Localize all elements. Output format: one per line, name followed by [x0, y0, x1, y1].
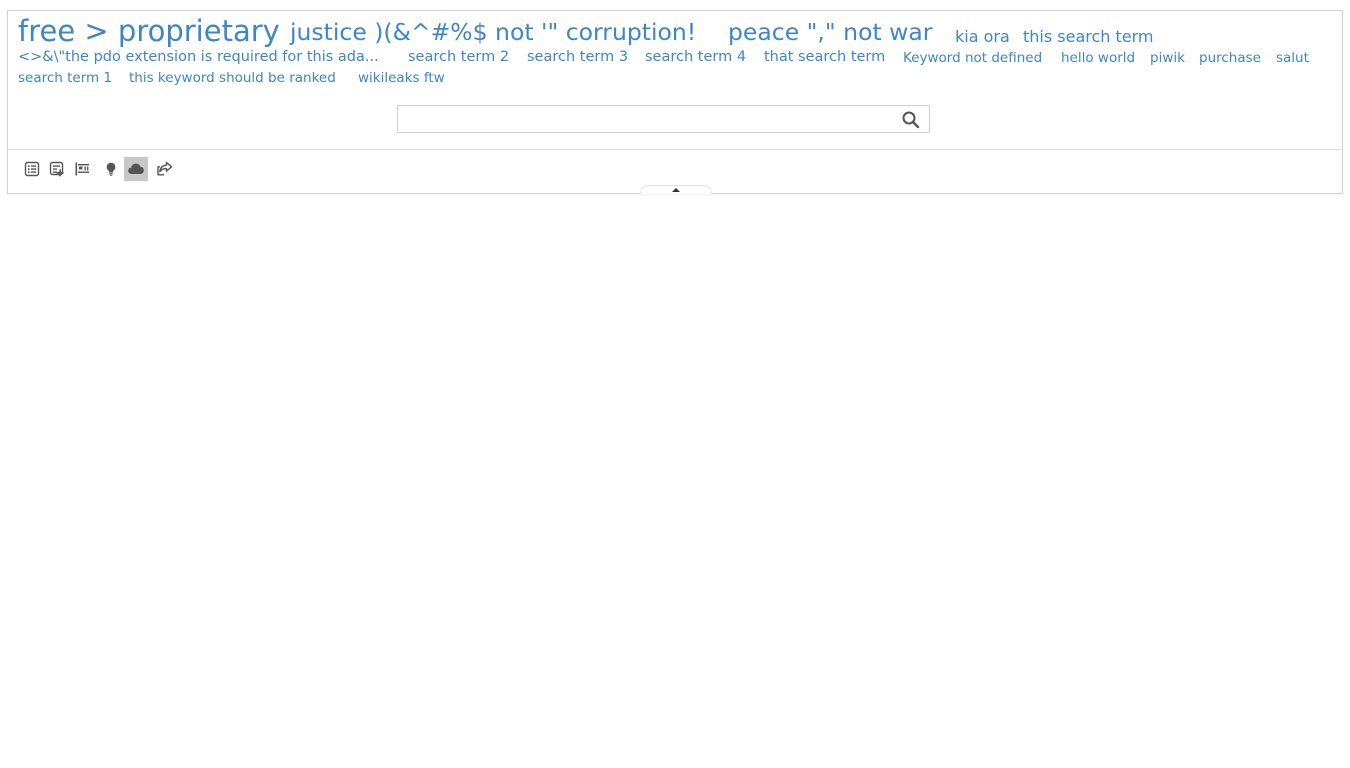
tag-cloud-word[interactable]: kia ora: [955, 29, 1010, 45]
insights-button[interactable]: [99, 157, 123, 181]
chevron-up-icon: [672, 188, 680, 192]
tag-cloud-word[interactable]: that search term: [764, 50, 885, 65]
tag-cloud-word[interactable]: search term 1: [18, 71, 112, 86]
export-icon: [157, 161, 173, 175]
tag-cloud-word[interactable]: this search term: [1023, 29, 1154, 45]
footer-divider: [8, 149, 1342, 150]
tag-cloud-word[interactable]: Keyword not defined: [903, 51, 1042, 66]
tag-cloud-word[interactable]: piwik: [1150, 51, 1185, 66]
tag-cloud-word[interactable]: justice )(&^#%$ not '" corruption!: [290, 20, 696, 45]
table-view-button[interactable]: [20, 157, 44, 181]
table-more-columns-button[interactable]: [45, 157, 69, 181]
insights-icon: [106, 162, 116, 176]
table-goals-icon: [75, 162, 89, 175]
tag-cloud-word[interactable]: this keyword should be ranked: [129, 71, 336, 86]
tag-cloud-word[interactable]: salut: [1276, 51, 1309, 66]
search-icon: [902, 111, 920, 129]
tag-cloud-button[interactable]: [124, 156, 148, 181]
table-goals-button[interactable]: [70, 157, 94, 181]
tag-cloud-word[interactable]: peace "," not war: [728, 20, 932, 45]
tag-cloud-word[interactable]: search term 3: [527, 50, 628, 65]
collapse-widget-toggle[interactable]: [640, 185, 712, 194]
tag-cloud-word[interactable]: hello world: [1061, 51, 1135, 66]
visualization-toolbar: [20, 156, 178, 181]
tag-cloud-word[interactable]: search term 4: [645, 50, 746, 65]
search-button[interactable]: [901, 110, 921, 130]
tag-cloud-widget: free > proprietary justice )(&^#%$ not '…: [7, 10, 1343, 194]
search-input[interactable]: [398, 106, 894, 132]
tag-cloud-word[interactable]: <>&\"the pdo extension is required for t…: [18, 50, 379, 65]
table-more-columns-icon: [49, 161, 64, 176]
tag-cloud-word[interactable]: purchase: [1199, 51, 1261, 66]
tag-cloud-word[interactable]: search term 2: [408, 50, 509, 65]
table-icon: [24, 161, 40, 176]
export-button[interactable]: [153, 157, 177, 181]
tag-cloud-icon: [128, 163, 144, 174]
tag-search-box: [397, 105, 930, 133]
tag-cloud-word[interactable]: wikileaks ftw: [358, 71, 445, 86]
tag-cloud-word[interactable]: free > proprietary: [18, 17, 280, 46]
